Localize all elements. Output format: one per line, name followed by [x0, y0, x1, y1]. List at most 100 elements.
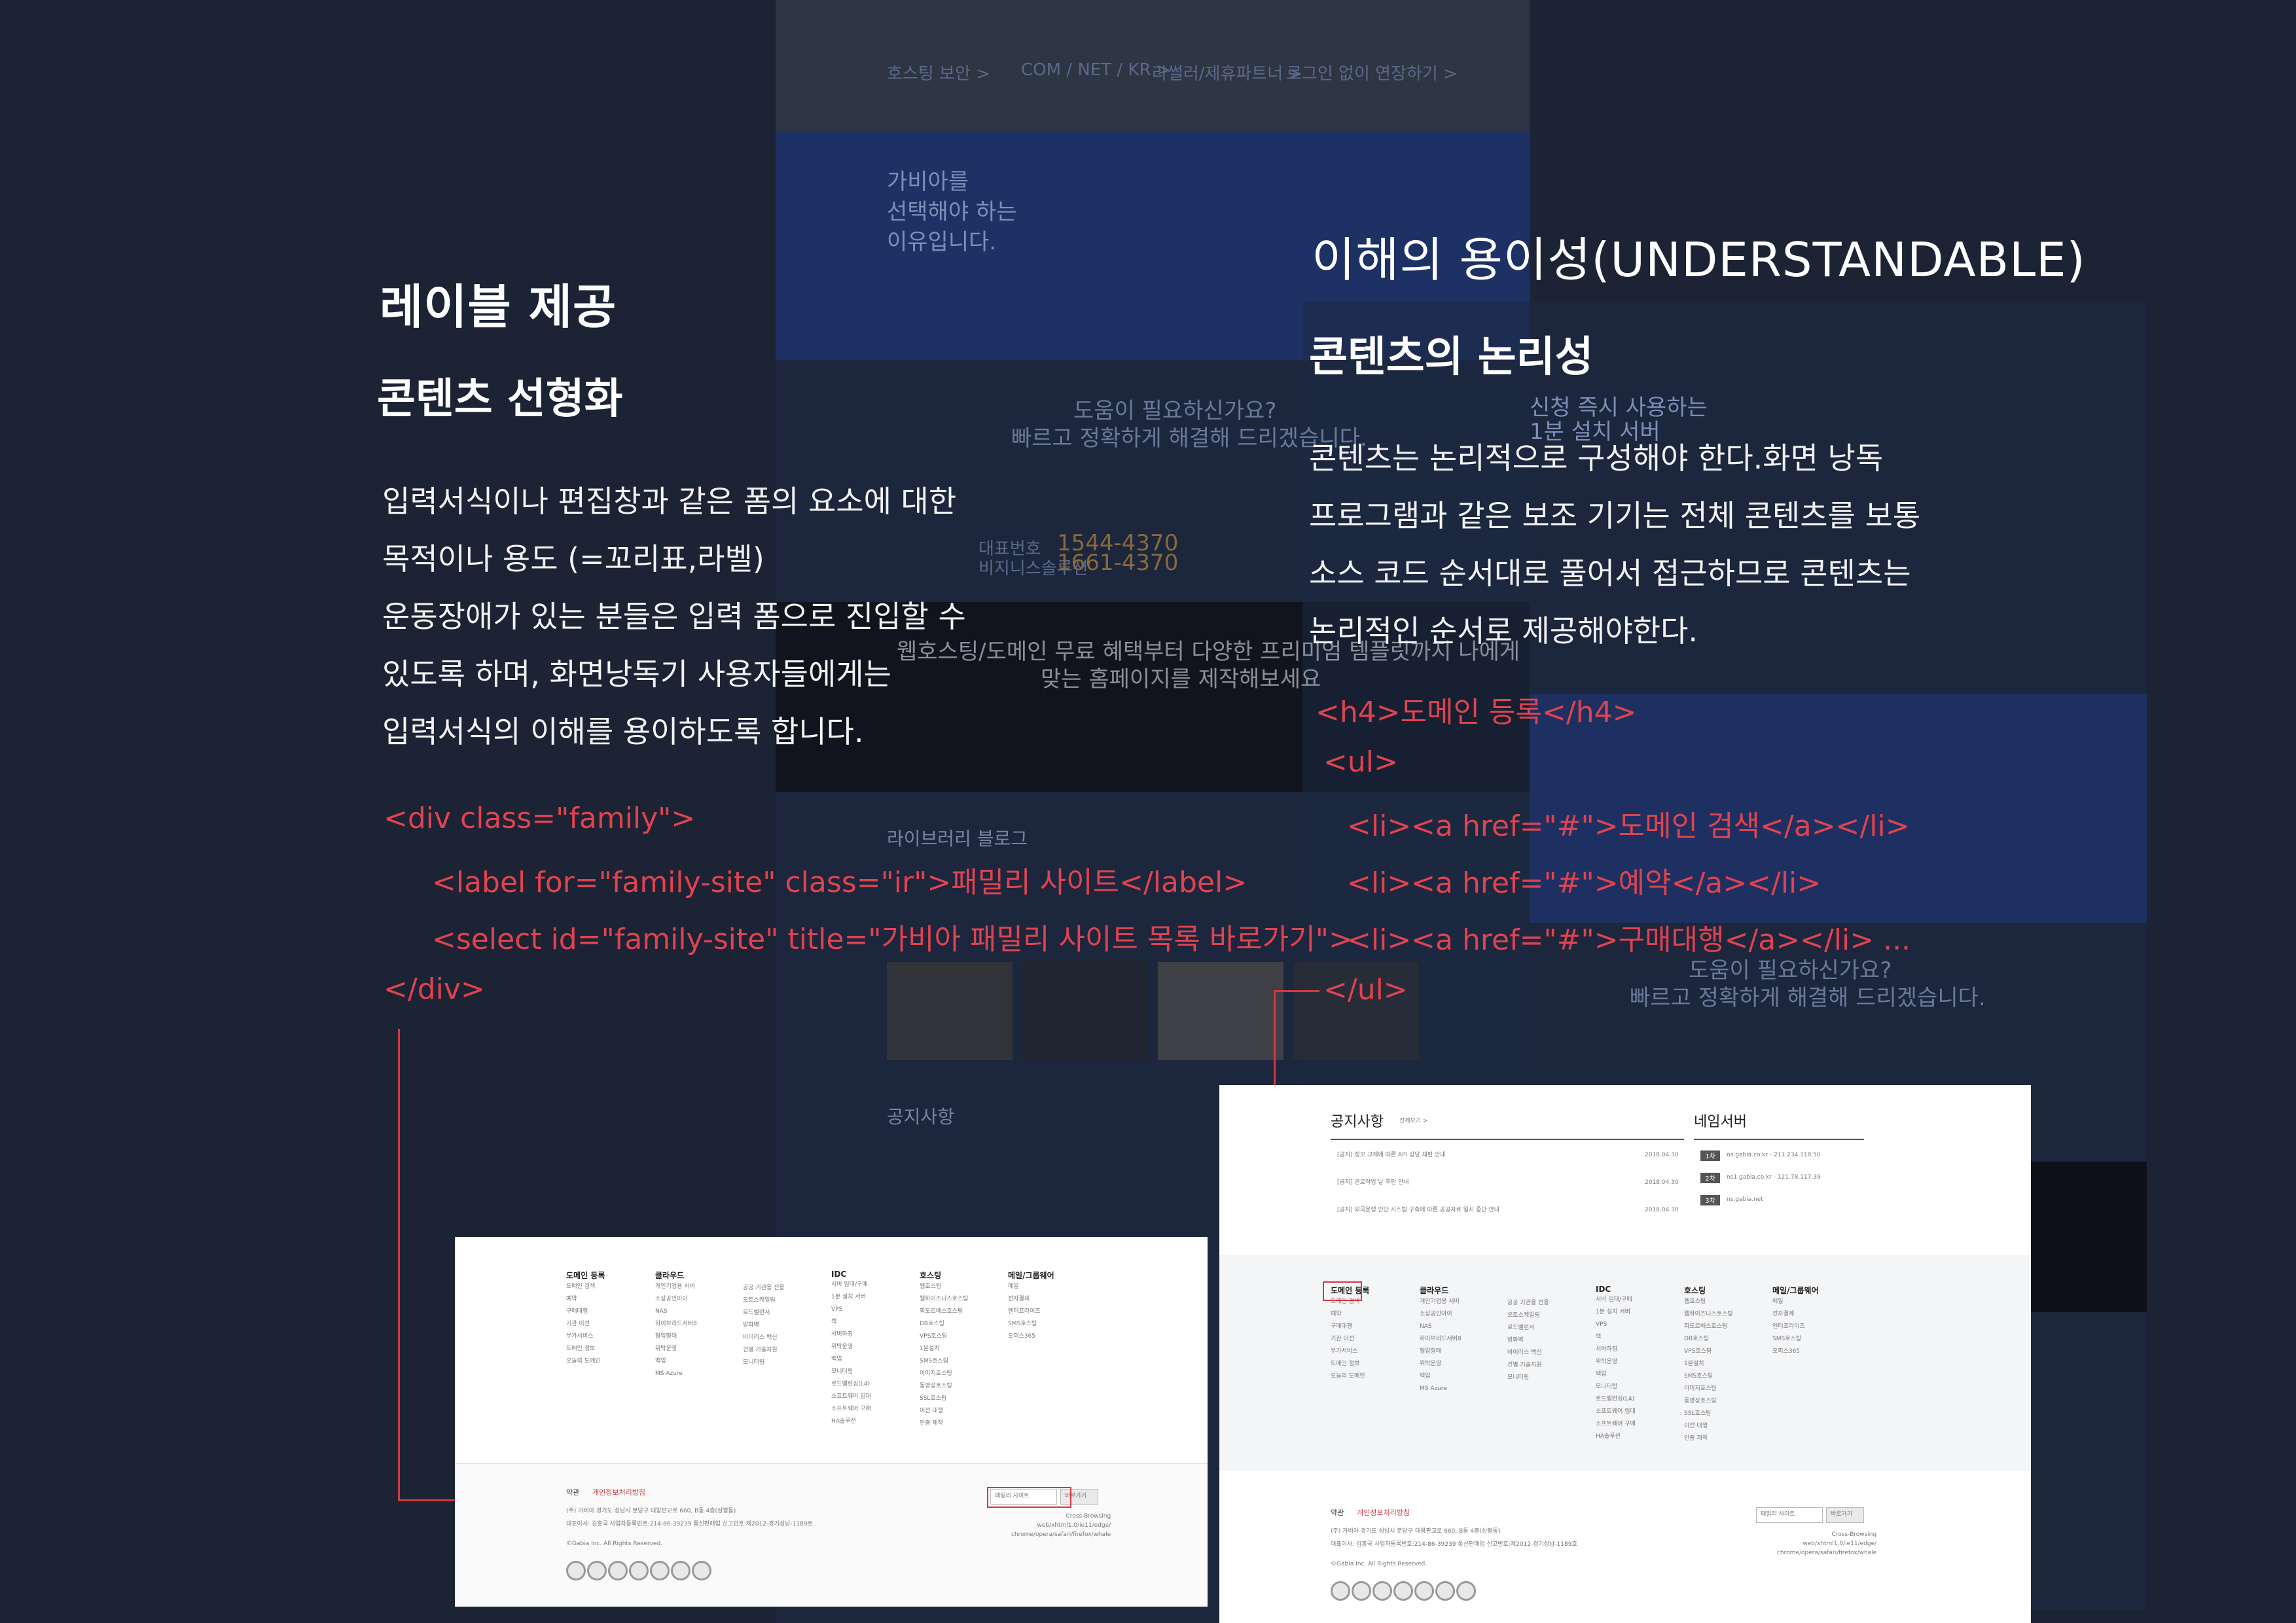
footer-link[interactable]: 백업	[1596, 1368, 1636, 1381]
footer-link[interactable]: NAS	[655, 1306, 697, 1318]
footer-link[interactable]: 웹호스팅	[920, 1281, 969, 1293]
footer-link[interactable]: 로드밸런서	[1507, 1322, 1549, 1334]
footer-link[interactable]: 바이러스 백신	[743, 1332, 785, 1344]
notice-item[interactable]: [공지] 관로작업 날 후판 안내	[1337, 1177, 1409, 1189]
footer-link[interactable]: DB호스팅	[920, 1318, 969, 1330]
notice-more-link[interactable]: 전체보기 >	[1399, 1115, 1428, 1128]
footer-link[interactable]: 부가서비스	[1331, 1346, 1369, 1358]
footer-link[interactable]: 인증 제작	[1684, 1433, 1733, 1445]
footer-link[interactable]: NAS	[1420, 1321, 1462, 1333]
footer-link[interactable]: SMS호스팅	[1772, 1333, 1819, 1346]
footer-link[interactable]: 1분설치	[1684, 1358, 1733, 1370]
footer-link[interactable]: 전자결제	[1772, 1308, 1819, 1321]
footer-link[interactable]: 협업형태	[1420, 1346, 1462, 1358]
notice-item[interactable]: [공지] 정보 교체에 따른 API 상담 재편 안내	[1337, 1149, 1446, 1162]
footer-link[interactable]: SSL호스팅	[920, 1393, 969, 1405]
footer-link[interactable]: SSL호스팅	[1684, 1408, 1733, 1420]
footer-link[interactable]: 하이브리드서버8	[1420, 1333, 1462, 1346]
footer-link[interactable]: 구매대행	[566, 1306, 605, 1318]
footer-link[interactable]: 소상공인아이	[655, 1293, 697, 1306]
footer-link[interactable]: SMS호스팅	[1008, 1318, 1054, 1330]
footer-link[interactable]: 이전 대행	[920, 1405, 969, 1418]
footer-link[interactable]: 전자결제	[1008, 1293, 1054, 1306]
footer-link[interactable]: 건별 기술지원	[1507, 1359, 1549, 1372]
footer-link[interactable]: 랙	[1596, 1331, 1636, 1344]
footer-link[interactable]: 1분 설치 서버	[1596, 1306, 1636, 1319]
footer-link[interactable]: 로드밸런싱(L4)	[831, 1378, 871, 1391]
footer-link[interactable]: 위탁운영	[1596, 1356, 1636, 1368]
footer-right-terms-link[interactable]: 약관	[1331, 1507, 1344, 1518]
footer-link[interactable]: 웹하이즈니스호스팅	[1684, 1308, 1733, 1321]
footer-link[interactable]: VPS	[831, 1304, 871, 1316]
footer-link[interactable]: HA솔루션	[831, 1416, 871, 1428]
footer-link[interactable]: DB호스팅	[1684, 1333, 1733, 1346]
footer-link[interactable]: 랙	[831, 1316, 871, 1329]
footer-link[interactable]: 웹호스팅	[1684, 1296, 1733, 1308]
footer-link[interactable]: 기관 이전	[1331, 1333, 1369, 1346]
footer-link[interactable]: 모니터링	[743, 1357, 785, 1369]
footer-link[interactable]: 소프트웨어 임대	[831, 1391, 871, 1403]
footer-link[interactable]: 서버 임대/구매	[831, 1279, 871, 1291]
footer-link[interactable]: MS Azure	[1420, 1383, 1462, 1395]
footer-link[interactable]: 이전 대행	[1684, 1420, 1733, 1433]
footer-link[interactable]: 인증 제작	[920, 1418, 969, 1430]
footer-right-family-site-select[interactable]: 패밀리 사이트	[1756, 1507, 1823, 1523]
footer-link[interactable]: MS Azure	[655, 1368, 697, 1380]
footer-link[interactable]: 로드밸런서	[743, 1307, 785, 1319]
footer-link[interactable]: 방화벽	[743, 1319, 785, 1332]
footer-link[interactable]: 위탁운영	[655, 1343, 697, 1355]
footer-right-privacy-link[interactable]: 개인정보처리방침	[1357, 1507, 1410, 1518]
footer-link[interactable]: 개인기업용 서버	[655, 1281, 697, 1293]
footer-link[interactable]: 방화벽	[1507, 1334, 1549, 1347]
footer-link[interactable]: VPS호스팅	[1684, 1346, 1733, 1358]
footer-link[interactable]: 엔터프라이즈	[1772, 1321, 1819, 1333]
footer-link[interactable]: 협업형태	[655, 1330, 697, 1343]
footer-link[interactable]: 부가서비스	[566, 1330, 605, 1343]
footer-link[interactable]: 소프트웨어 구매	[1596, 1418, 1636, 1431]
footer-link[interactable]: 도메인 정보	[566, 1343, 605, 1355]
footer-link[interactable]: 예약	[566, 1293, 605, 1306]
footer-privacy-link[interactable]: 개인정보처리방침	[592, 1487, 645, 1497]
footer-link[interactable]: 바이러스 백신	[1507, 1347, 1549, 1359]
footer-link[interactable]: 건별 기술지원	[743, 1344, 785, 1357]
footer-right-family-site-go-button[interactable]: 바로가기	[1826, 1507, 1864, 1523]
footer-link[interactable]: 로드밸런싱(L4)	[1596, 1393, 1636, 1406]
footer-link[interactable]: 오토스케일링	[743, 1294, 785, 1307]
footer-link[interactable]: 동영상호스팅	[1684, 1395, 1733, 1408]
footer-link[interactable]: 구매대행	[1331, 1321, 1369, 1333]
footer-link[interactable]: VPS	[1596, 1319, 1636, 1331]
footer-terms-link[interactable]: 약관	[566, 1487, 579, 1497]
footer-link[interactable]: 오토스케일링	[1507, 1310, 1549, 1322]
footer-link[interactable]: 이미지호스팅	[1684, 1383, 1733, 1395]
footer-link[interactable]: 공공 기관용 전용	[1507, 1297, 1549, 1310]
footer-link[interactable]: 회도르베스호스팅	[920, 1306, 969, 1318]
footer-link[interactable]: 서버 임대/구매	[1596, 1294, 1636, 1306]
footer-link[interactable]: 1분 설치 서버	[831, 1291, 871, 1304]
footer-link[interactable]: 오피스365	[1772, 1346, 1819, 1358]
footer-link[interactable]: 도메인 정보	[1331, 1358, 1369, 1370]
footer-link[interactable]: 1분설치	[920, 1343, 969, 1355]
footer-link[interactable]: 오늘의 도메인	[566, 1355, 605, 1368]
footer-link[interactable]: 모니터링	[1507, 1372, 1549, 1384]
footer-link[interactable]: 동영상호스팅	[920, 1380, 969, 1393]
footer-link[interactable]: 메일	[1008, 1281, 1054, 1293]
footer-link[interactable]: 회도르베스호스팅	[1684, 1321, 1733, 1333]
footer-link[interactable]: 공공 기관용 전용	[743, 1282, 785, 1294]
footer-link[interactable]: 개인기업용 서버	[1420, 1296, 1462, 1308]
footer-link[interactable]: 백업	[831, 1353, 871, 1366]
footer-link[interactable]: SMS호스팅	[920, 1355, 969, 1368]
footer-link[interactable]: VPS호스팅	[920, 1330, 969, 1343]
footer-link[interactable]: 소프트웨어 임대	[1596, 1406, 1636, 1418]
footer-link[interactable]: 웹하이즈니스호스팅	[920, 1293, 969, 1306]
footer-link[interactable]: 도메인 검색	[566, 1281, 605, 1293]
footer-link[interactable]: 위탁운영	[831, 1341, 871, 1353]
footer-link[interactable]: 엔터프라이즈	[1008, 1306, 1054, 1318]
footer-link[interactable]: 오늘의 도메인	[1331, 1370, 1369, 1383]
footer-link[interactable]: 모니터링	[831, 1366, 871, 1378]
footer-link[interactable]: 백업	[1420, 1370, 1462, 1383]
footer-link[interactable]: 소프트웨어 구매	[831, 1403, 871, 1416]
footer-link[interactable]: 예약	[1331, 1308, 1369, 1321]
footer-link[interactable]: 서버하징	[831, 1329, 871, 1341]
footer-link[interactable]: 소상공인아이	[1420, 1308, 1462, 1321]
footer-link[interactable]: 이미지호스팅	[920, 1368, 969, 1380]
